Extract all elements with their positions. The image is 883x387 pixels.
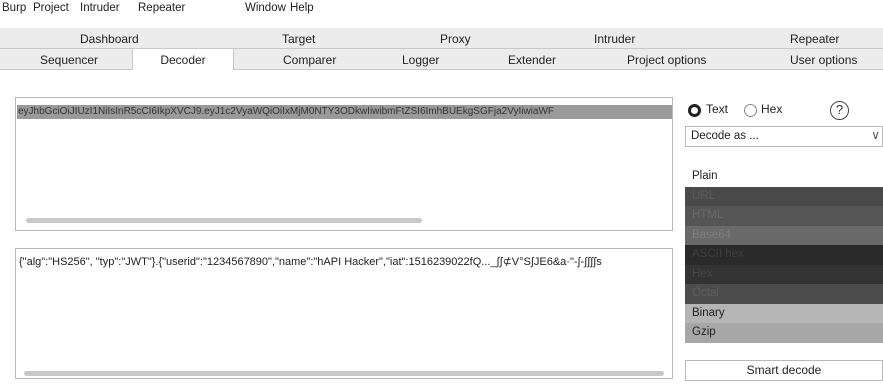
- menu-repeater[interactable]: Repeater: [138, 2, 185, 14]
- decode-option-html[interactable]: HTML: [685, 206, 883, 226]
- decode-option-hex[interactable]: Hex: [685, 264, 883, 284]
- hex-radio-label: Hex: [761, 102, 783, 116]
- tab-target[interactable]: Target: [282, 32, 315, 46]
- menu-help[interactable]: Help: [290, 2, 314, 14]
- input-horizontal-scrollbar[interactable]: [26, 218, 422, 223]
- tab-row-primary: Dashboard Target Proxy Intruder Repeater: [0, 28, 883, 49]
- decode-option-plain[interactable]: Plain: [685, 167, 883, 187]
- menu-intruder[interactable]: Intruder: [80, 2, 120, 14]
- decoder-input-text[interactable]: eyJhbGciOiJIUzI1NiIsInR5cCI6IkpXVCJ9.eyJ…: [17, 105, 672, 119]
- tab-extender[interactable]: Extender: [508, 53, 556, 67]
- hex-radio[interactable]: [744, 104, 757, 117]
- text-radio[interactable]: [688, 104, 701, 117]
- decode-options-list: Plain URL HTML Base64 ASCII hex Hex Octa…: [685, 167, 883, 351]
- decode-option-binary[interactable]: Binary: [685, 303, 883, 323]
- menu-window[interactable]: Window: [245, 2, 286, 14]
- decoder-output-panel[interactable]: {"alg":"HS256", "typ":"JWT"}.{"userid":"…: [15, 248, 673, 379]
- menu-burp[interactable]: Burp: [2, 2, 26, 14]
- help-icon[interactable]: ?: [830, 101, 849, 120]
- tab-repeater[interactable]: Repeater: [790, 32, 839, 46]
- menu-project[interactable]: Project: [33, 2, 69, 14]
- tab-sequencer[interactable]: Sequencer: [40, 53, 98, 67]
- output-horizontal-scrollbar[interactable]: [24, 371, 664, 376]
- tab-row-secondary: Sequencer Decoder Comparer Logger Extend…: [0, 49, 883, 70]
- decode-option-ascii-hex[interactable]: ASCII hex: [685, 245, 883, 265]
- decode-option-gzip[interactable]: Gzip: [685, 323, 883, 343]
- menu-bar: Burp Project Intruder Repeater Window He…: [0, 0, 883, 17]
- tab-project-options[interactable]: Project options: [627, 53, 706, 67]
- chevron-down-icon: ∨: [871, 128, 880, 142]
- decoder-output-text[interactable]: {"alg":"HS256", "typ":"JWT"}.{"userid":"…: [19, 255, 669, 269]
- decode-as-select[interactable]: Decode as ... ∨: [685, 126, 883, 147]
- tab-logger[interactable]: Logger: [402, 53, 439, 67]
- tab-decoder[interactable]: Decoder: [132, 49, 234, 70]
- decode-option-base64[interactable]: Base64: [685, 225, 883, 245]
- smart-decode-button[interactable]: Smart decode: [685, 360, 883, 381]
- decode-option-octal[interactable]: Octal: [685, 284, 883, 304]
- decode-option-url[interactable]: URL: [685, 186, 883, 206]
- tab-dashboard[interactable]: Dashboard: [80, 32, 139, 46]
- tab-user-options[interactable]: User options: [790, 53, 857, 67]
- text-radio-label: Text: [706, 102, 729, 116]
- tab-comparer[interactable]: Comparer: [283, 53, 336, 67]
- tab-proxy[interactable]: Proxy: [440, 32, 471, 46]
- decode-as-value: Decode as ...: [691, 130, 759, 142]
- decoder-input-panel[interactable]: eyJhbGciOiJIUzI1NiIsInR5cCI6IkpXVCJ9.eyJ…: [15, 97, 673, 231]
- tab-intruder[interactable]: Intruder: [594, 32, 635, 46]
